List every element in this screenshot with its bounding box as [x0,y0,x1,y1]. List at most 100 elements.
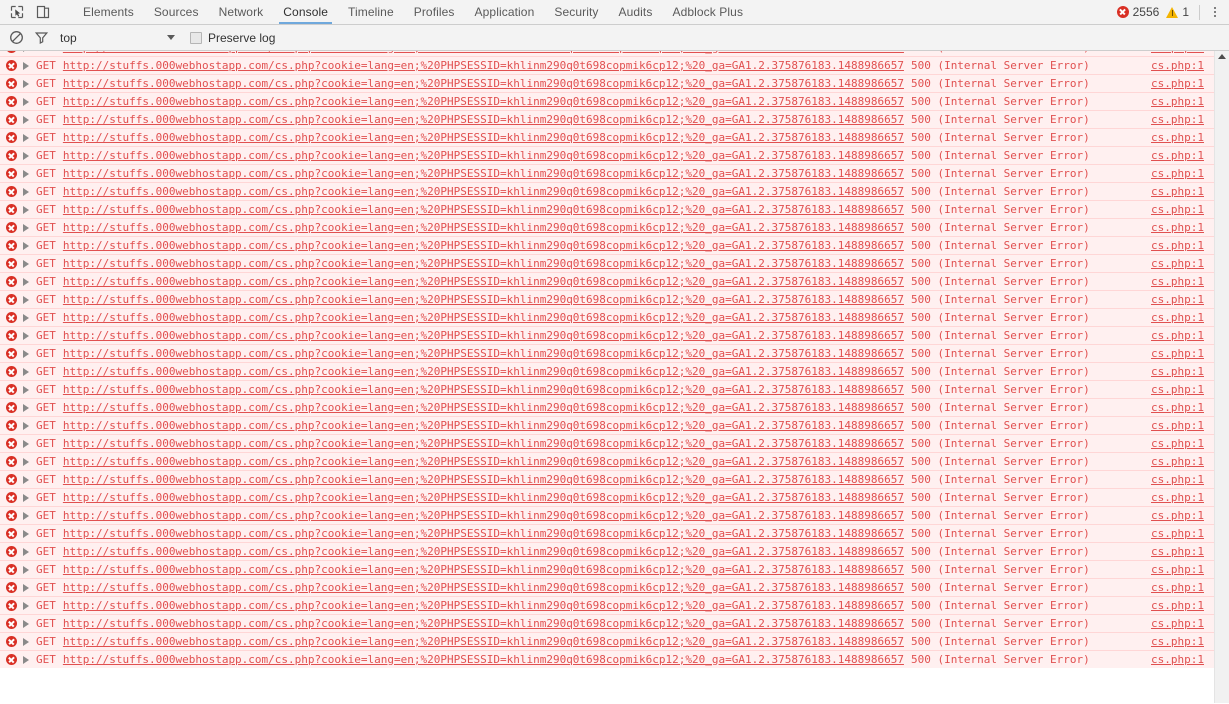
request-url-link[interactable]: http://stuffs.000webhostapp.com/cs.php?c… [63,309,904,327]
expand-arrow-icon[interactable] [23,79,29,88]
scroll-up-arrow-icon[interactable] [1218,54,1226,59]
expand-arrow-icon[interactable] [23,169,29,178]
expand-arrow-icon[interactable] [23,655,29,664]
expand-arrow-icon[interactable] [23,151,29,160]
table-row[interactable]: GET http://stuffs.000webhostapp.com/cs.ph… [0,362,1214,380]
source-link[interactable]: cs.php:1 [1151,165,1214,183]
table-row[interactable]: GET http://stuffs.000webhostapp.com/cs.ph… [0,632,1214,650]
request-url-link[interactable]: http://stuffs.000webhostapp.com/cs.php?c… [63,255,904,273]
request-url-link[interactable]: http://stuffs.000webhostapp.com/cs.php?c… [63,273,904,291]
table-row[interactable]: GET http://stuffs.000webhostapp.com/cs.ph… [0,524,1214,542]
expand-arrow-icon[interactable] [23,115,29,124]
request-url-link[interactable]: http://stuffs.000webhostapp.com/cs.php?c… [63,345,904,363]
request-url-link[interactable]: http://stuffs.000webhostapp.com/cs.php?c… [63,57,904,75]
request-url-link[interactable]: http://stuffs.000webhostapp.com/cs.php?c… [63,219,904,237]
table-row[interactable]: GET http://stuffs.000webhostapp.com/cs.ph… [0,110,1214,128]
table-row[interactable]: GET http://stuffs.000webhostapp.com/cs.ph… [0,416,1214,434]
source-link[interactable]: cs.php:1 [1151,345,1214,363]
source-link[interactable]: cs.php:1 [1151,399,1214,417]
table-row[interactable]: GET http://stuffs.000webhostapp.com/cs.ph… [0,488,1214,506]
expand-arrow-icon[interactable] [23,367,29,376]
request-url-link[interactable]: http://stuffs.000webhostapp.com/cs.php?c… [63,615,904,633]
table-row[interactable]: GET http://stuffs.000webhostapp.com/cs.ph… [0,560,1214,578]
request-url-link[interactable]: http://stuffs.000webhostapp.com/cs.php?c… [63,597,904,615]
table-row[interactable]: GET http://stuffs.000webhostapp.com/cs.ph… [0,56,1214,74]
source-link[interactable]: cs.php:1 [1151,633,1214,651]
tab-network[interactable]: Network [209,0,274,24]
tab-application[interactable]: Application [465,0,545,24]
expand-arrow-icon[interactable] [23,259,29,268]
source-link[interactable]: cs.php:1 [1151,309,1214,327]
expand-arrow-icon[interactable] [23,51,29,52]
table-row[interactable]: GET http://stuffs.000webhostapp.com/cs.ph… [0,344,1214,362]
expand-arrow-icon[interactable] [23,421,29,430]
request-url-link[interactable]: http://stuffs.000webhostapp.com/cs.php?c… [63,291,904,309]
request-url-link[interactable]: http://stuffs.000webhostapp.com/cs.php?c… [63,201,904,219]
source-link[interactable]: cs.php:1 [1151,651,1214,669]
table-row[interactable]: GET http://stuffs.000webhostapp.com/cs.ph… [0,236,1214,254]
table-row[interactable]: GET http://stuffs.000webhostapp.com/cs.ph… [0,506,1214,524]
source-link[interactable]: cs.php:1 [1151,597,1214,615]
expand-arrow-icon[interactable] [23,97,29,106]
source-link[interactable]: cs.php:1 [1151,75,1214,93]
request-url-link[interactable]: http://stuffs.000webhostapp.com/cs.php?c… [63,165,904,183]
table-row[interactable]: GET http://stuffs.000webhostapp.com/cs.ph… [0,380,1214,398]
tab-security[interactable]: Security [544,0,608,24]
source-link[interactable]: cs.php:1 [1151,525,1214,543]
source-link[interactable]: cs.php:1 [1151,147,1214,165]
request-url-link[interactable]: http://stuffs.000webhostapp.com/cs.php?c… [63,75,904,93]
table-row[interactable]: GET http://stuffs.000webhostapp.com/cs.ph… [0,92,1214,110]
table-row[interactable]: GET http://stuffs.000webhostapp.com/cs.ph… [0,326,1214,344]
request-url-link[interactable]: http://stuffs.000webhostapp.com/cs.php?c… [63,471,904,489]
expand-arrow-icon[interactable] [23,511,29,520]
table-row[interactable]: GET http://stuffs.000webhostapp.com/cs.ph… [0,434,1214,452]
source-link[interactable]: cs.php:1 [1151,615,1214,633]
table-row[interactable]: GET http://stuffs.000webhostapp.com/cs.ph… [0,290,1214,308]
expand-arrow-icon[interactable] [23,601,29,610]
table-row[interactable]: GET http://stuffs.000webhostapp.com/cs.ph… [0,470,1214,488]
expand-arrow-icon[interactable] [23,583,29,592]
request-url-link[interactable]: http://stuffs.000webhostapp.com/cs.php?c… [63,111,904,129]
source-link[interactable]: cs.php:1 [1151,111,1214,129]
request-url-link[interactable]: http://stuffs.000webhostapp.com/cs.php?c… [63,489,904,507]
expand-arrow-icon[interactable] [23,457,29,466]
table-row[interactable]: GET http://stuffs.000webhostapp.com/cs.ph… [0,614,1214,632]
request-url-link[interactable]: http://stuffs.000webhostapp.com/cs.php?c… [63,543,904,561]
source-link[interactable]: cs.php:1 [1151,579,1214,597]
tab-audits[interactable]: Audits [609,0,663,24]
request-url-link[interactable]: http://stuffs.000webhostapp.com/cs.php?c… [63,147,904,165]
request-url-link[interactable]: http://stuffs.000webhostapp.com/cs.php?c… [63,363,904,381]
expand-arrow-icon[interactable] [23,547,29,556]
source-link[interactable]: cs.php:1 [1151,489,1214,507]
request-url-link[interactable]: http://stuffs.000webhostapp.com/cs.php?c… [63,417,904,435]
expand-arrow-icon[interactable] [23,637,29,646]
table-row[interactable]: GET http://stuffs.000webhostapp.com/cs.ph… [0,128,1214,146]
expand-arrow-icon[interactable] [23,439,29,448]
request-url-link[interactable]: http://stuffs.000webhostapp.com/cs.php?c… [63,525,904,543]
expand-arrow-icon[interactable] [23,277,29,286]
request-url-link[interactable]: http://stuffs.000webhostapp.com/cs.php?c… [63,435,904,453]
warning-count-indicator[interactable]: 1 [1166,5,1192,19]
preserve-log-checkbox[interactable] [190,31,202,44]
expand-arrow-icon[interactable] [23,241,29,250]
expand-arrow-icon[interactable] [23,385,29,394]
table-row[interactable]: GET http://stuffs.000webhostapp.com/cs.ph… [0,254,1214,272]
source-link[interactable]: cs.php:1 [1151,471,1214,489]
table-row[interactable]: GET http://stuffs.000webhostapp.com/cs.ph… [0,74,1214,92]
console-scrollbar[interactable] [1214,51,1229,703]
tab-timeline[interactable]: Timeline [338,0,404,24]
source-link[interactable]: cs.php:1 [1151,183,1214,201]
expand-arrow-icon[interactable] [23,295,29,304]
source-link[interactable]: cs.php:1 [1151,129,1214,147]
expand-arrow-icon[interactable] [23,565,29,574]
expand-arrow-icon[interactable] [23,529,29,538]
expand-arrow-icon[interactable] [23,403,29,412]
source-link[interactable]: cs.php:1 [1151,381,1214,399]
request-url-link[interactable]: http://stuffs.000webhostapp.com/cs.php?c… [63,381,904,399]
request-url-link[interactable]: http://stuffs.000webhostapp.com/cs.php?c… [63,93,904,111]
request-url-link[interactable]: http://stuffs.000webhostapp.com/cs.php?c… [63,579,904,597]
tab-profiles[interactable]: Profiles [404,0,465,24]
source-link[interactable]: cs.php:1 [1151,291,1214,309]
source-link[interactable]: cs.php:1 [1151,201,1214,219]
expand-arrow-icon[interactable] [23,619,29,628]
